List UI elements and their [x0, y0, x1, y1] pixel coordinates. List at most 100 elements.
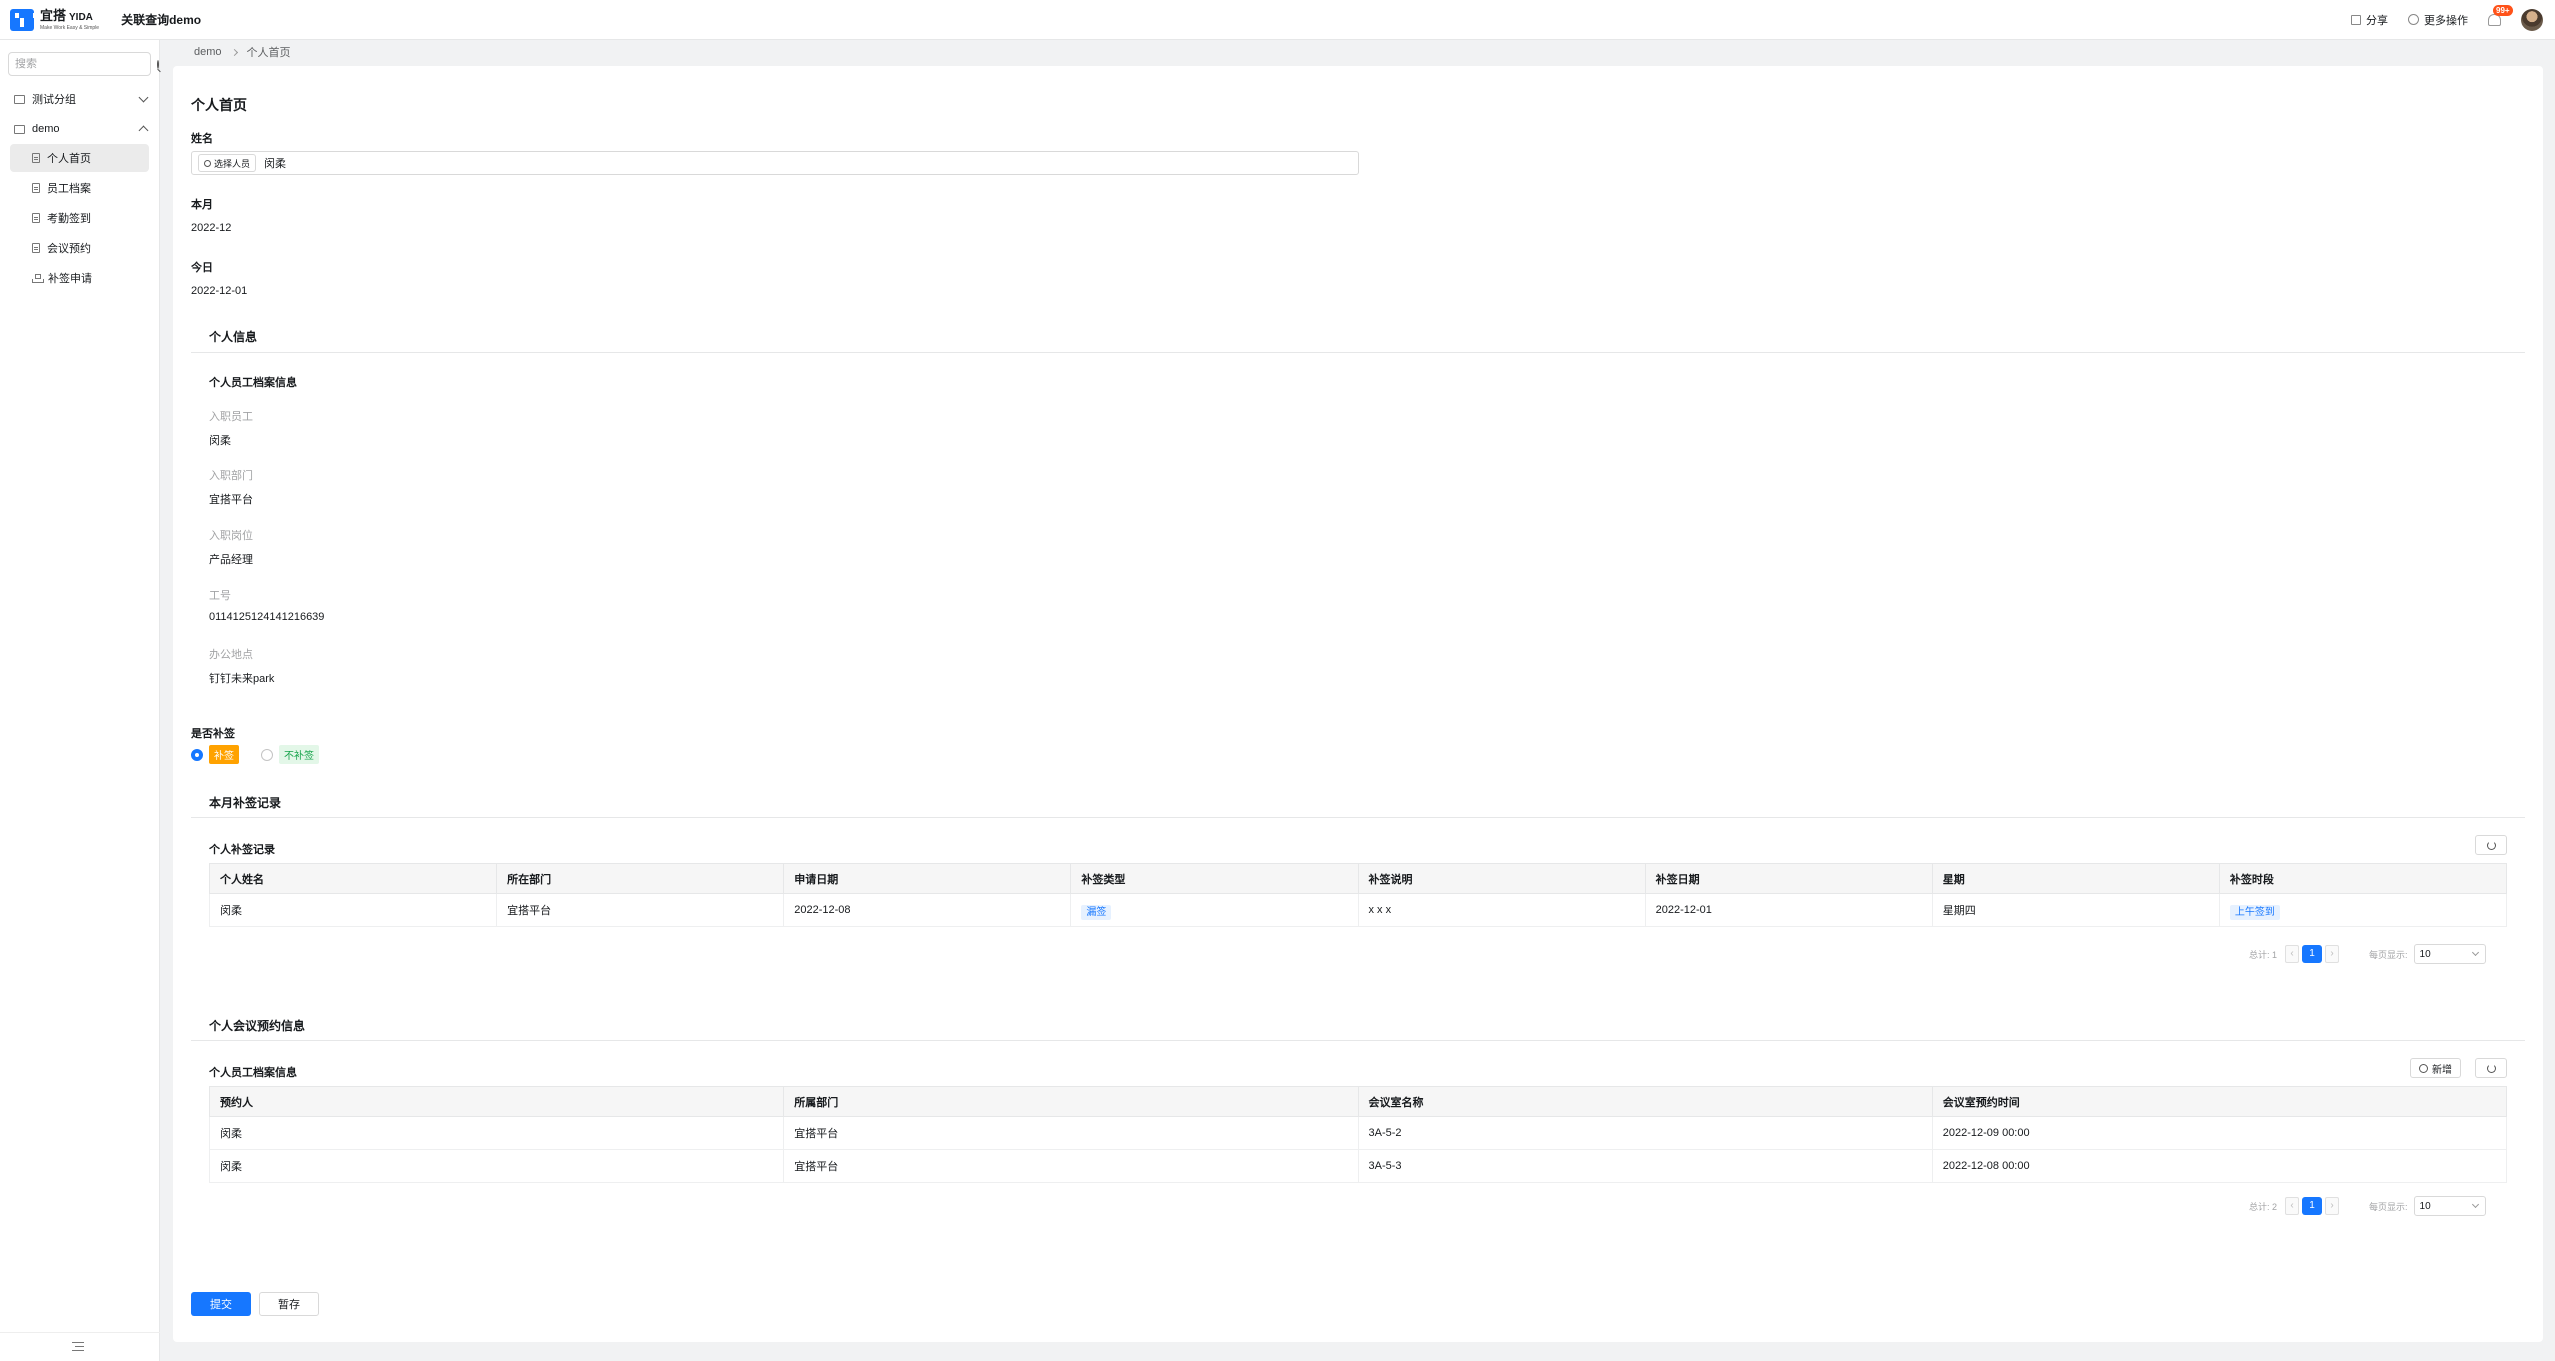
meeting-pagination: 总计: 2 ‹ 1 › 每页显示: 10 — [2249, 1196, 2486, 1216]
table-cell: 闵柔 — [208, 893, 498, 927]
next-page-button[interactable]: › — [2325, 1197, 2340, 1215]
field-label: 入职部门 — [209, 470, 253, 482]
refresh-meeting-button[interactable] — [2475, 1058, 2507, 1078]
page-size-select[interactable]: 10 — [2413, 1196, 2486, 1216]
user-avatar[interactable] — [2521, 8, 2543, 31]
field-value: 产品经理 — [209, 554, 253, 566]
column-header[interactable]: 星期 — [1931, 863, 2220, 894]
column-header[interactable]: 补签时段 — [2218, 863, 2508, 894]
process-icon — [32, 273, 44, 283]
sidebar-item-meeting[interactable]: 会议预约 — [10, 234, 149, 262]
table-cell: 星期四 — [1931, 893, 2220, 927]
save-draft-button[interactable]: 暂存 — [259, 1292, 319, 1316]
table-cell: 宜搭平台 — [783, 1116, 1359, 1150]
table-cell: x x x — [1357, 893, 1646, 927]
prev-page-button[interactable]: ‹ — [2285, 945, 2300, 963]
yida-logo-icon — [10, 8, 37, 31]
sidebar-divider — [0, 1332, 160, 1333]
sidebar-item-attendance[interactable]: 考勤签到 — [10, 204, 149, 232]
column-header[interactable]: 会议室名称 — [1357, 1086, 1933, 1117]
field-value: 宜搭平台 — [209, 494, 253, 506]
table-cell: 漏签 — [1070, 893, 1359, 927]
table-row[interactable]: 闵柔 宜搭平台 3A-5-2 2022-12-09 00:00 — [208, 1116, 2508, 1150]
page-title: 个人首页 — [191, 97, 247, 113]
nav-group-demo[interactable]: demo — [0, 114, 159, 144]
meeting-section-title: 个人会议预约信息 — [209, 1019, 306, 1033]
meeting-table: 预约人 所属部门 会议室名称 会议室预约时间 闵柔 宜搭平台 3A-5-2 20… — [208, 1086, 2508, 1183]
folder-icon — [14, 124, 25, 134]
column-header[interactable]: 补签说明 — [1357, 863, 1646, 894]
table-row[interactable]: 闵柔 宜搭平台 2022-12-08 漏签 x x x 2022-12-01 星… — [208, 893, 2508, 927]
table-cell: 闵柔 — [208, 1149, 785, 1183]
personal-info-title: 个人信息 — [209, 330, 258, 344]
notification-badge: 99+ — [2493, 4, 2513, 16]
person-picker[interactable]: 选择人员 闵柔 — [191, 151, 1359, 175]
search-icon[interactable] — [157, 59, 159, 69]
add-person-icon — [204, 159, 211, 167]
radio-resign[interactable] — [191, 748, 203, 761]
submit-button[interactable]: 提交 — [191, 1292, 251, 1316]
total-count: 总计: 1 — [2249, 949, 2278, 960]
option-resign[interactable]: 补签 — [209, 745, 239, 764]
refresh-records-button[interactable] — [2475, 835, 2507, 855]
form-card: 个人首页 姓名 选择人员 闵柔 本月 2022-12 今日 2022-12-01… — [173, 66, 2543, 1342]
page-icon — [32, 153, 40, 163]
breadcrumb-demo[interactable]: demo — [194, 46, 222, 58]
table-header-row: 预约人 所属部门 会议室名称 会议室预约时间 — [208, 1086, 2508, 1117]
column-header[interactable]: 所在部门 — [496, 863, 785, 894]
table-cell: 2022-12-08 00:00 — [1931, 1149, 2508, 1183]
table-cell: 2022-12-01 — [1644, 893, 1933, 927]
total-count: 总计: 2 — [2249, 1201, 2278, 1212]
page-size-select[interactable]: 10 — [2413, 944, 2486, 964]
column-header[interactable]: 补签日期 — [1644, 863, 1933, 894]
sidebar-search[interactable] — [8, 52, 159, 76]
chevron-up-icon — [138, 125, 149, 136]
field-value: 钉钉未来park — [209, 673, 275, 685]
prev-page-button[interactable]: ‹ — [2285, 1197, 2300, 1215]
sidebar-search-input[interactable] — [15, 58, 157, 70]
sidebar-item-employee-archive[interactable]: 员工档案 — [10, 174, 149, 202]
section-divider — [191, 817, 2525, 818]
page-size-label: 每页显示: — [2369, 949, 2408, 960]
sidebar-item-resign-apply[interactable]: 补签申请 — [10, 264, 149, 292]
share-button[interactable]: 分享 — [2351, 12, 2388, 28]
notification-bell-icon[interactable]: 99+ — [2488, 4, 2513, 26]
app-title: 关联查询demo — [121, 13, 202, 27]
section-divider — [191, 1040, 2525, 1041]
resign-question-label: 是否补签 — [191, 728, 235, 740]
option-no-resign[interactable]: 不补签 — [279, 745, 319, 764]
table-header-row: 个人姓名 所在部门 申请日期 补签类型 补签说明 补签日期 星期 补签时段 — [208, 863, 2508, 894]
radio-no-resign[interactable] — [261, 748, 273, 761]
chevron-down-icon — [138, 92, 149, 103]
current-page[interactable]: 1 — [2302, 1197, 2323, 1215]
yida-logo[interactable]: 宜搭 YIDA Make Work Easy & Simple — [10, 8, 99, 31]
table-row[interactable]: 闵柔 宜搭平台 3A-5-3 2022-12-08 00:00 — [208, 1149, 2508, 1183]
field-label: 入职岗位 — [209, 530, 253, 542]
selected-person: 闵柔 — [264, 158, 287, 170]
more-actions-button[interactable]: 更多操作 — [2408, 12, 2468, 28]
folder-icon — [14, 94, 25, 104]
select-person-button[interactable]: 选择人员 — [198, 154, 257, 172]
page-size-label: 每页显示: — [2369, 1201, 2408, 1212]
collapse-sidebar-icon[interactable] — [72, 1342, 84, 1351]
resign-type-tag: 漏签 — [1081, 904, 1112, 920]
sidebar: 测试分组 demo 个人首页 员工档案 考勤签到 会议预约 补签申请 — [0, 40, 160, 1361]
add-meeting-button[interactable]: 新增 — [2410, 1058, 2461, 1078]
column-header[interactable]: 所属部门 — [783, 1086, 1359, 1117]
next-page-button[interactable]: › — [2325, 945, 2340, 963]
column-header[interactable]: 申请日期 — [783, 863, 1072, 894]
more-icon — [2408, 14, 2419, 25]
resign-radio-group: 补签 不补签 — [191, 745, 319, 764]
column-header[interactable]: 会议室预约时间 — [1931, 1086, 2508, 1117]
page-icon — [32, 183, 40, 193]
month-label: 本月 — [191, 199, 213, 211]
name-label: 姓名 — [191, 133, 213, 145]
today-value: 2022-12-01 — [191, 285, 248, 297]
sidebar-item-personal-home[interactable]: 个人首页 — [10, 144, 149, 172]
column-header[interactable]: 补签类型 — [1070, 863, 1359, 894]
current-page[interactable]: 1 — [2302, 945, 2323, 963]
column-header[interactable]: 个人姓名 — [208, 863, 498, 894]
column-header[interactable]: 预约人 — [208, 1086, 785, 1117]
top-bar: 宜搭 YIDA Make Work Easy & Simple 关联查询demo … — [0, 0, 2555, 40]
nav-group-test[interactable]: 测试分组 — [0, 84, 159, 114]
